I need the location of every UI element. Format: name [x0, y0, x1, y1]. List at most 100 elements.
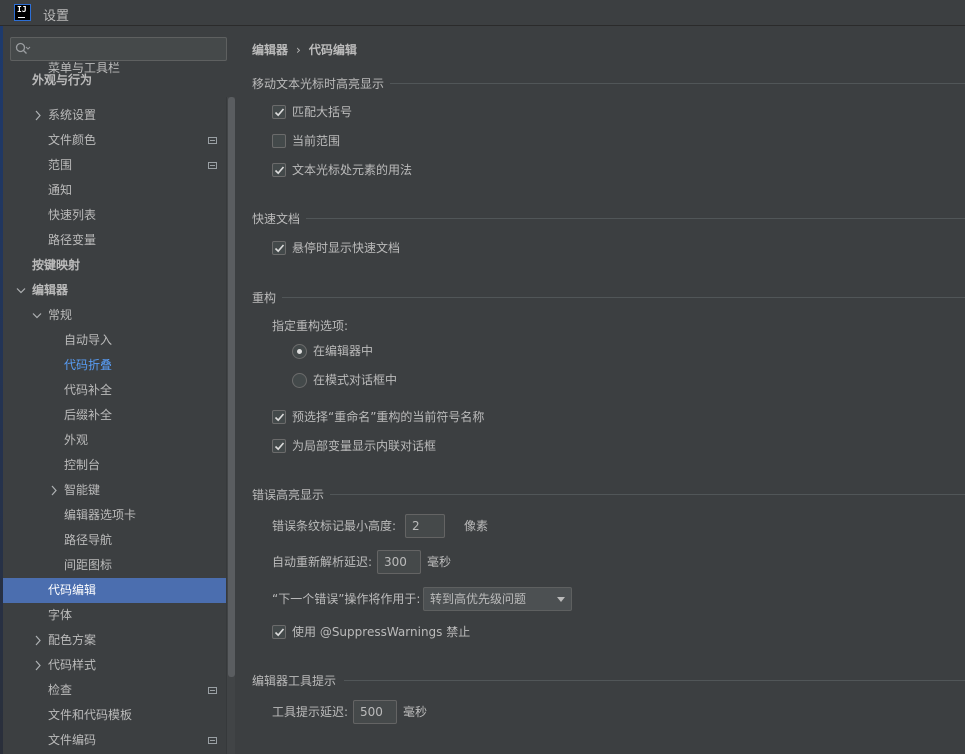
- sidebar-item-postfix-completion[interactable]: 后缀补全: [3, 403, 235, 428]
- section-divider: [344, 680, 965, 681]
- app-icon-text: IJ: [17, 5, 27, 14]
- sidebar-item-label: 间距图标: [64, 558, 113, 572]
- checkbox-box[interactable]: [272, 241, 286, 255]
- sidebar-item-label: 按键映射: [32, 258, 81, 272]
- reparse-delay-unit: 毫秒: [427, 555, 452, 569]
- sidebar-item-quick-lists[interactable]: 快速列表: [3, 203, 235, 228]
- min-height-unit: 像素: [464, 519, 489, 533]
- sidebar-item-file-templates[interactable]: 文件和代码模板: [3, 703, 235, 728]
- breadcrumb-parent[interactable]: 编辑器: [252, 43, 288, 57]
- check-icon: [274, 108, 285, 117]
- radio-label[interactable]: 在编辑器中: [313, 341, 373, 361]
- tooltip-delay-field[interactable]: 500: [353, 700, 397, 724]
- checkbox-label[interactable]: 匹配大括号: [292, 102, 352, 122]
- window-title: 设置: [43, 9, 70, 24]
- checkbox-label[interactable]: 悬停时显示快速文档: [292, 238, 400, 258]
- sidebar-item-color-scheme[interactable]: 配色方案: [3, 628, 235, 653]
- sidebar-item-file-encodings[interactable]: 文件编码: [3, 728, 235, 753]
- sidebar-item-inspections[interactable]: 检查: [3, 678, 235, 703]
- title-bar: IJ 设置: [0, 0, 965, 26]
- check-icon: [274, 442, 285, 451]
- checkbox-box[interactable]: [272, 625, 286, 639]
- min-height-field[interactable]: 2: [405, 514, 445, 538]
- sidebar-item-label: 通知: [48, 183, 73, 197]
- sidebar-item-smart-keys[interactable]: 智能键: [3, 478, 235, 503]
- section-title-highlight: 移动文本光标时高亮显示: [252, 77, 385, 91]
- scrollbar-thumb[interactable]: [228, 97, 235, 677]
- chevron-right-icon[interactable]: [49, 478, 59, 503]
- sidebar-item-general[interactable]: 常规: [3, 303, 235, 328]
- section-divider: [390, 83, 965, 84]
- settings-sidebar: 菜单与工具栏 外观与行为 系统设置 文件颜色 范围 通知 快速列表 路径变量 按…: [0, 26, 235, 754]
- section-title-quick-doc: 快速文档: [252, 212, 301, 226]
- sidebar-item-appearance[interactable]: 外观: [3, 428, 235, 453]
- radio-button[interactable]: [292, 344, 307, 359]
- sidebar-item-appearance-behavior[interactable]: 外观与行为: [3, 68, 235, 93]
- project-settings-icon: [208, 687, 217, 694]
- sidebar-item-editor-tabs[interactable]: 编辑器选项卡: [3, 503, 235, 528]
- project-settings-icon: [208, 737, 217, 744]
- sidebar-item-scopes[interactable]: 范围: [3, 153, 235, 178]
- chevron-right-icon[interactable]: [33, 628, 43, 653]
- sidebar-item-label: 路径导航: [64, 533, 113, 547]
- sidebar-item-label: 代码样式: [48, 658, 97, 672]
- checkbox-label[interactable]: 文本光标处元素的用法: [292, 160, 412, 180]
- next-error-dropdown[interactable]: 转到高优先级问题: [423, 587, 572, 611]
- next-error-label: “下一个错误”操作将作用于:: [272, 592, 421, 606]
- sidebar-item-console[interactable]: 控制台: [3, 453, 235, 478]
- check-icon: [274, 244, 285, 253]
- reparse-delay-field[interactable]: 300: [377, 550, 421, 574]
- sidebar-item-file-colors[interactable]: 文件颜色: [3, 128, 235, 153]
- sidebar-item-notifications[interactable]: 通知: [3, 178, 235, 203]
- check-icon: [274, 628, 285, 637]
- section-title-refactor: 重构: [252, 291, 277, 305]
- section-divider: [330, 494, 965, 495]
- sidebar-item-label: 代码编辑: [48, 583, 97, 597]
- sidebar-item-label: 代码补全: [64, 383, 113, 397]
- check-icon: [274, 413, 285, 422]
- chevron-right-icon[interactable]: [33, 653, 43, 678]
- radio-button[interactable]: [292, 373, 307, 388]
- sidebar-item-auto-import[interactable]: 自动导入: [3, 328, 235, 353]
- checkbox-box[interactable]: [272, 134, 286, 148]
- sidebar-item-label: 编辑器: [32, 283, 69, 297]
- sidebar-item-font[interactable]: 字体: [3, 603, 235, 628]
- sidebar-item-editor[interactable]: 编辑器: [3, 278, 235, 303]
- tooltip-delay-label: 工具提示延迟:: [272, 705, 349, 719]
- checkbox-label[interactable]: 为局部变量显示内联对话框: [292, 436, 436, 456]
- checkbox-label[interactable]: 当前范围: [292, 131, 340, 151]
- sidebar-item-keymap[interactable]: 按键映射: [3, 253, 235, 278]
- breadcrumb-separator: ›: [296, 43, 301, 57]
- sidebar-scrollbar[interactable]: [226, 97, 235, 754]
- sidebar-item-gutter-icons[interactable]: 间距图标: [3, 553, 235, 578]
- checkbox-box[interactable]: [272, 105, 286, 119]
- sidebar-item-code-style[interactable]: 代码样式: [3, 653, 235, 678]
- checkbox-box[interactable]: [272, 439, 286, 453]
- checkbox-label[interactable]: 使用 @SuppressWarnings 禁止: [292, 622, 470, 642]
- sidebar-item-label: 系统设置: [48, 108, 97, 122]
- sidebar-item-breadcrumbs[interactable]: 路径导航: [3, 528, 235, 553]
- sidebar-item-path-variables[interactable]: 路径变量: [3, 228, 235, 253]
- sidebar-item-label: 后缀补全: [64, 408, 113, 422]
- section-divider: [306, 218, 965, 219]
- sidebar-item-label: 文件和代码模板: [48, 708, 133, 722]
- tooltip-delay-unit: 毫秒: [403, 705, 428, 719]
- sidebar-item-label: 路径变量: [48, 233, 97, 247]
- checkbox-box[interactable]: [272, 410, 286, 424]
- sidebar-item-label: 自动导入: [64, 333, 113, 347]
- section-divider: [282, 297, 965, 298]
- radio-label[interactable]: 在模式对话框中: [313, 370, 397, 390]
- chevron-right-icon[interactable]: [33, 103, 43, 128]
- sidebar-item-code-folding[interactable]: 代码折叠: [3, 353, 235, 378]
- checkbox-box[interactable]: [272, 163, 286, 177]
- sidebar-item-label: 外观与行为: [32, 73, 93, 87]
- sidebar-item-code-completion[interactable]: 代码补全: [3, 378, 235, 403]
- checkbox-label[interactable]: 预选择“重命名”重构的当前符号名称: [292, 407, 484, 427]
- sidebar-item-label: 配色方案: [48, 633, 97, 647]
- chevron-down-icon[interactable]: [16, 278, 26, 303]
- sidebar-item-code-editing[interactable]: 代码编辑: [3, 578, 235, 603]
- chevron-down-icon[interactable]: [32, 303, 42, 328]
- sidebar-item-label: 代码折叠: [64, 358, 113, 372]
- sidebar-item-system-settings[interactable]: 系统设置: [3, 103, 235, 128]
- sidebar-item-label: 控制台: [64, 458, 101, 472]
